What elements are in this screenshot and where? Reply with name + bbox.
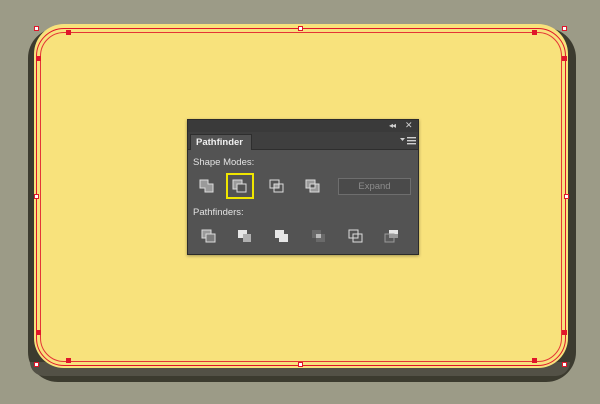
anchor-point[interactable] [36,56,41,61]
pathfinder-panel: ◂◂ ✕ Pathfinder Shape Modes: Expand Path… [187,119,419,255]
anchor-point[interactable] [564,194,569,199]
anchor-point[interactable] [66,30,71,35]
anchor-point[interactable] [532,358,537,363]
intersect-button[interactable] [263,173,291,199]
outline-icon [348,229,363,243]
anchor-point[interactable] [34,194,39,199]
minus-back-button[interactable] [378,223,406,249]
close-panel-icon[interactable]: ✕ [405,120,413,131]
collapse-panel-icon[interactable]: ◂◂ [389,121,396,131]
anchor-point[interactable] [562,26,567,31]
shape-modes-label: Shape Modes: [193,157,255,168]
panel-titlebar[interactable]: ◂◂ ✕ [188,120,418,132]
divide-icon [201,229,216,243]
anchor-point[interactable] [562,330,567,335]
unite-icon [199,179,214,193]
expand-button[interactable]: Expand [338,178,411,195]
merge-button[interactable] [268,223,296,249]
exclude-button[interactable] [299,173,327,199]
panel-menu-icon[interactable] [400,136,416,146]
merge-icon [275,230,288,242]
trim-button[interactable] [231,223,259,249]
anchor-point[interactable] [34,362,39,367]
exclude-icon [305,179,320,193]
unite-button[interactable] [193,173,221,199]
anchor-point[interactable] [298,362,303,367]
anchor-point[interactable] [532,30,537,35]
pathfinders-label: Pathfinders: [193,207,244,218]
anchor-point[interactable] [36,330,41,335]
crop-icon [312,230,325,242]
intersect-icon [269,179,284,193]
crop-button[interactable] [305,223,333,249]
tab-pathfinder[interactable]: Pathfinder [190,134,252,150]
anchor-point[interactable] [66,358,71,363]
outline-button[interactable] [342,223,370,249]
anchor-point[interactable] [298,26,303,31]
panel-tabbar: Pathfinder [188,132,418,150]
divide-button[interactable] [195,223,223,249]
anchor-point[interactable] [562,56,567,61]
minus-front-icon [232,179,247,193]
minus-front-button[interactable] [226,173,254,199]
anchor-point[interactable] [562,362,567,367]
minus-back-icon [384,230,398,243]
trim-icon [238,230,251,242]
anchor-point[interactable] [34,26,39,31]
